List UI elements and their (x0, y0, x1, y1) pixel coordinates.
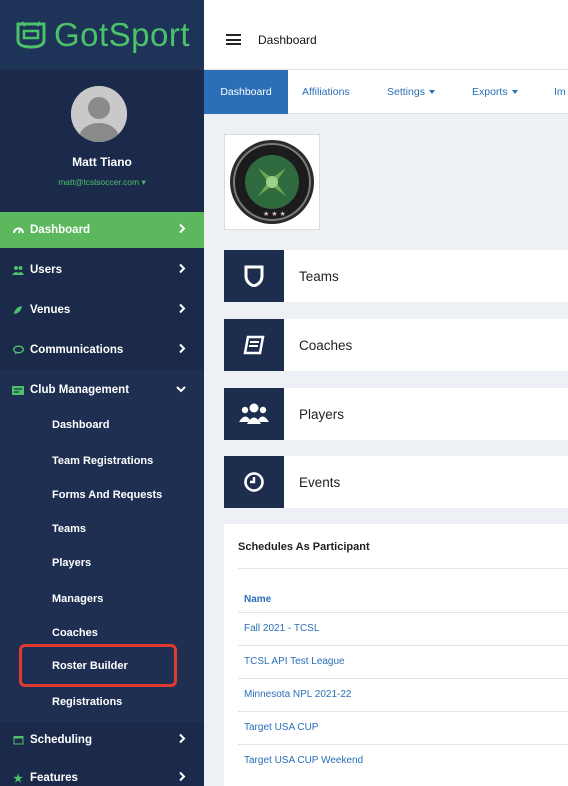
shield-icon (224, 250, 284, 302)
sidebar: GotSport Matt Tiano matt@tcslsoccer.com … (0, 0, 204, 786)
chevron-down-icon (176, 384, 186, 396)
clock-icon (224, 456, 284, 508)
schedules-title: Schedules As Participant (238, 541, 370, 553)
nav-label: Club Management (30, 384, 130, 396)
gotsport-logo-icon (16, 21, 46, 49)
nav-label: Venues (30, 304, 71, 316)
nav-label: Features (30, 772, 78, 784)
page-title: Dashboard (258, 33, 317, 47)
tab-label: Dashboard (220, 86, 272, 98)
tab-bar: Dashboard Affiliations Settings Exports … (204, 70, 568, 114)
nav-label: Communications (30, 344, 124, 356)
table-row: Fall 2021 - TCSL (238, 612, 568, 645)
nav-communications[interactable]: Communications (0, 332, 204, 368)
tab-settings[interactable]: Settings (387, 70, 435, 114)
nav-features[interactable]: ★ Features (0, 760, 204, 786)
chevron-right-icon (178, 733, 186, 747)
table-row: Target USA CUP (238, 711, 568, 744)
star-icon: ★ (13, 772, 23, 785)
card-players[interactable]: Players (224, 388, 568, 440)
brand-logo[interactable]: GotSport (0, 0, 204, 70)
book-icon (224, 319, 284, 371)
chevron-right-icon (178, 223, 186, 237)
dashboard-icon (12, 224, 24, 236)
tab-label: Settings (387, 86, 425, 98)
avatar-placeholder-icon (71, 86, 127, 142)
chevron-right-icon (178, 771, 186, 785)
nav-venues[interactable]: Venues (0, 292, 204, 328)
submenu-forms-and-requests[interactable]: Forms And Requests (52, 489, 162, 501)
card-teams[interactable]: Teams (224, 250, 568, 302)
nav-label: Users (30, 264, 62, 276)
top-bar: Dashboard (204, 0, 568, 70)
nav-scheduling[interactable]: Scheduling (0, 722, 204, 758)
club-logo: ★ ★ ★ (224, 134, 320, 230)
nav-dashboard[interactable]: Dashboard (0, 212, 204, 248)
schedule-link[interactable]: Target USA CUP (244, 722, 318, 733)
nav-label: Scheduling (30, 734, 92, 746)
tab-label: Affiliations (302, 86, 350, 98)
submenu-registrations[interactable]: Registrations (52, 696, 122, 708)
submenu-managers[interactable]: Managers (52, 593, 103, 605)
card-events[interactable]: Events (224, 456, 568, 508)
table-row: TCSL API Test League (238, 645, 568, 678)
schedule-link[interactable]: Fall 2021 - TCSL (244, 623, 319, 634)
club-icon (12, 384, 24, 396)
hamburger-menu-icon[interactable] (226, 34, 241, 45)
submenu-dashboard[interactable]: Dashboard (52, 419, 109, 431)
avatar[interactable] (71, 86, 127, 142)
table-row: Minnesota NPL 2021-22 (238, 678, 568, 711)
card-label: Events (299, 475, 341, 490)
card-label: Players (299, 407, 345, 422)
card-label: Coaches (299, 338, 353, 353)
tab-label: Exports (472, 86, 508, 98)
caret-down-icon: ▾ (141, 177, 146, 187)
schedule-link[interactable]: Target USA CUP Weekend (244, 755, 363, 766)
nav-club-management[interactable]: Club Management (0, 372, 204, 408)
column-header-name[interactable]: Name (244, 594, 271, 605)
svg-text:★ ★ ★: ★ ★ ★ (263, 210, 286, 218)
submenu-players[interactable]: Players (52, 557, 91, 569)
card-coaches[interactable]: Coaches (224, 319, 568, 371)
users-icon (12, 264, 24, 276)
user-name: Matt Tiano (72, 155, 132, 169)
card-label: Teams (299, 269, 339, 284)
venues-icon (12, 304, 24, 316)
main-content: ★ ★ ★ Teams Coaches Players Events Sched… (204, 114, 568, 786)
user-profile: Matt Tiano matt@tcslsoccer.com ▾ (0, 70, 204, 212)
chevron-right-icon (178, 303, 186, 317)
calendar-icon (12, 734, 24, 746)
submenu-coaches[interactable]: Coaches (52, 627, 98, 639)
chat-icon (12, 344, 24, 356)
submenu-team-registrations[interactable]: Team Registrations (52, 455, 153, 467)
schedule-link[interactable]: Minnesota NPL 2021-22 (244, 689, 351, 700)
caret-down-icon (428, 90, 435, 94)
tab-affiliations[interactable]: Affiliations (302, 70, 350, 114)
schedule-link[interactable]: TCSL API Test League (244, 656, 345, 667)
nav-users[interactable]: Users (0, 252, 204, 288)
table-row: Target USA CUP Weekend (238, 744, 568, 777)
tab-dashboard[interactable]: Dashboard (204, 70, 288, 114)
divider (238, 568, 568, 569)
submenu-teams[interactable]: Teams (52, 523, 86, 535)
tab-label: Im (554, 86, 566, 98)
user-email: matt@tcslsoccer.com (58, 177, 140, 187)
roster-builder-highlight (19, 644, 177, 687)
players-icon (224, 388, 284, 440)
chevron-right-icon (178, 343, 186, 357)
brand-name: GotSport (53, 16, 191, 53)
club-crest-icon: ★ ★ ★ (230, 140, 314, 224)
nav-label: Dashboard (30, 224, 91, 236)
caret-down-icon (511, 90, 518, 94)
schedules-panel: Schedules As Participant Name Fall 2021 … (224, 524, 568, 786)
user-email-dropdown[interactable]: matt@tcslsoccer.com ▾ (0, 177, 204, 188)
tab-exports[interactable]: Exports (472, 70, 518, 114)
tab-imports[interactable]: Im (554, 70, 566, 114)
chevron-right-icon (178, 263, 186, 277)
